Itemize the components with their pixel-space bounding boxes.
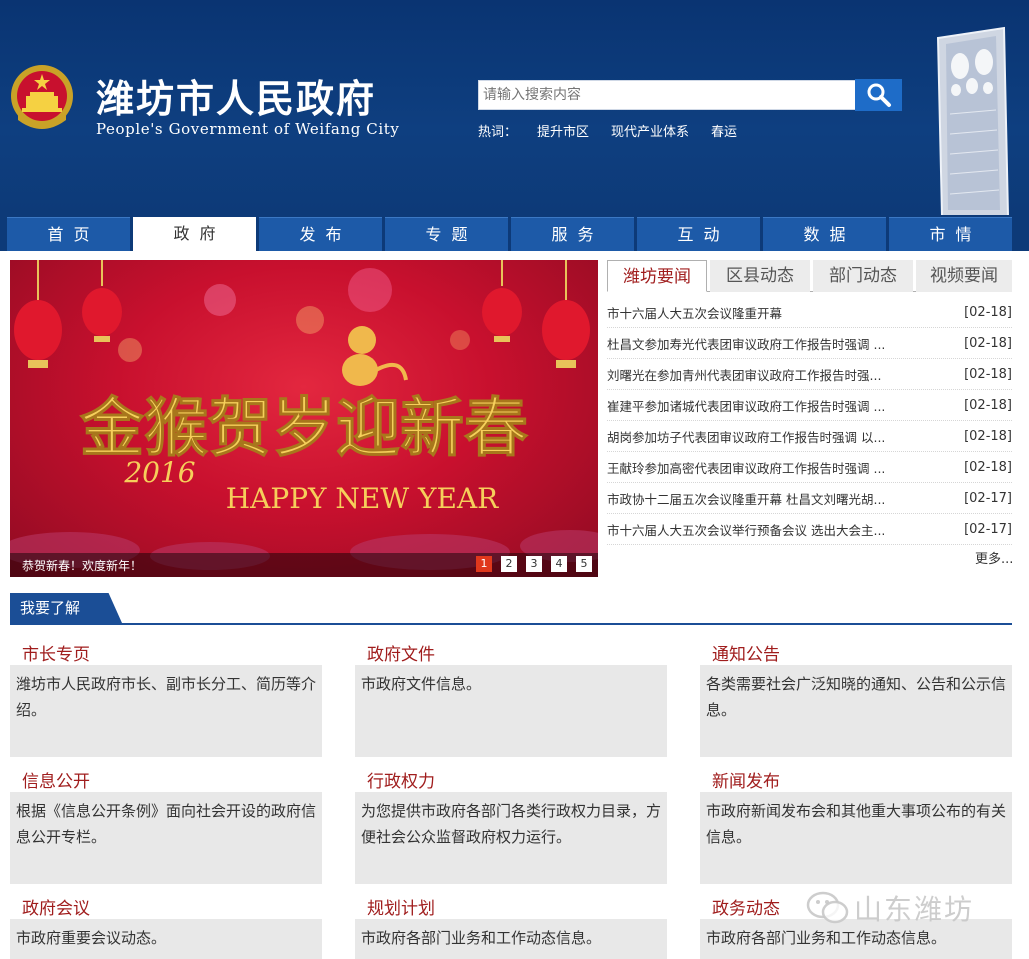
news-item[interactable]: 崔建平参加诸城代表团审议政府工作报告时强调 ... [02-18] bbox=[607, 390, 1012, 421]
news-title[interactable]: 刘曙光在参加青州代表团审议政府工作报告时强... bbox=[607, 365, 927, 384]
wechat-watermark: 山东潍坊 bbox=[806, 888, 974, 928]
search-icon bbox=[867, 83, 891, 107]
wechat-icon bbox=[806, 891, 849, 924]
card-title-planning[interactable]: 规划计划 bbox=[367, 894, 435, 919]
site-subtitle: People's Government of Weifang City bbox=[96, 120, 400, 138]
tab-weifang-news[interactable]: 潍坊要闻 bbox=[607, 260, 707, 292]
nav-item-home[interactable]: 首页 bbox=[7, 217, 130, 251]
news-item[interactable]: 王献玲参加高密代表团审议政府工作报告时强调 ... [02-18] bbox=[607, 452, 1012, 483]
card-title-info-disclosure[interactable]: 信息公开 bbox=[22, 767, 90, 792]
card-desc: 市政府重要会议动态。 bbox=[10, 919, 322, 959]
slide-dot[interactable]: 3 bbox=[526, 556, 542, 572]
news-item[interactable]: 市十六届人大五次会议举行预备会议 选出大会主... [02-17] bbox=[607, 514, 1012, 545]
news-item[interactable]: 市十六届人大五次会议隆重开幕 [02-18] bbox=[607, 297, 1012, 328]
news-item[interactable]: 市政协十二届五次会议隆重开幕 杜昌文刘曙光胡... [02-17] bbox=[607, 483, 1012, 514]
tab-video-news[interactable]: 视频要闻 bbox=[916, 260, 1012, 292]
more-news-link[interactable]: 更多... bbox=[975, 548, 1013, 567]
banner-caption-bar: 恭贺新春！欢度新年！ 1 2 3 4 5 bbox=[10, 553, 598, 577]
news-title[interactable]: 市十六届人大五次会议隆重开幕 bbox=[607, 303, 927, 322]
slide-dot[interactable]: 4 bbox=[551, 556, 567, 572]
card-title-mayor[interactable]: 市长专页 bbox=[22, 640, 90, 665]
search-button[interactable] bbox=[855, 79, 902, 111]
tab-department-news[interactable]: 部门动态 bbox=[813, 260, 913, 292]
nav-item-data[interactable]: 数据 bbox=[763, 217, 886, 251]
card-desc: 市政府文件信息。 bbox=[355, 665, 667, 757]
news-title[interactable]: 市政协十二届五次会议隆重开幕 杜昌文刘曙光胡... bbox=[607, 489, 927, 508]
card-title-press-release[interactable]: 新闻发布 bbox=[712, 767, 780, 792]
news-item[interactable]: 胡岗参加坊子代表团审议政府工作报告时强调 以... [02-18] bbox=[607, 421, 1012, 452]
card-desc: 市政府新闻发布会和其他重大事项公布的有关信息。 bbox=[700, 792, 1012, 884]
search-input[interactable] bbox=[478, 80, 856, 110]
news-date: [02-17] bbox=[964, 521, 1012, 537]
news-title[interactable]: 王献玲参加高密代表团审议政府工作报告时强调 ... bbox=[607, 458, 927, 477]
tab-county-news[interactable]: 区县动态 bbox=[710, 260, 810, 292]
section-title: 我要了解 bbox=[10, 593, 122, 623]
hotword-link[interactable]: 提升市区 bbox=[537, 121, 589, 140]
nav-item-government[interactable]: 政府 bbox=[133, 217, 256, 251]
news-date: [02-18] bbox=[964, 428, 1012, 444]
news-date: [02-17] bbox=[964, 490, 1012, 506]
news-tabs: 潍坊要闻 区县动态 部门动态 视频要闻 bbox=[607, 260, 1012, 292]
nav-item-city-info[interactable]: 市情 bbox=[889, 217, 1012, 251]
hotword-link[interactable]: 现代产业体系 bbox=[611, 121, 689, 140]
news-date: [02-18] bbox=[964, 366, 1012, 382]
main-nav: 首页 政府 发布 专题 服务 互动 数据 市情 bbox=[0, 215, 1029, 251]
lantern-icon bbox=[14, 260, 62, 368]
nav-item-release[interactable]: 发布 bbox=[259, 217, 382, 251]
news-title[interactable]: 崔建平参加诸城代表团审议政府工作报告时强调 ... bbox=[607, 396, 927, 415]
card-title-admin-power[interactable]: 行政权力 bbox=[367, 767, 435, 792]
news-item[interactable]: 杜昌文参加寿光代表团审议政府工作报告时强调 ... [02-18] bbox=[607, 328, 1012, 359]
nav-item-services[interactable]: 服务 bbox=[511, 217, 634, 251]
news-item[interactable]: 刘曙光在参加青州代表团审议政府工作报告时强... [02-18] bbox=[607, 359, 1012, 390]
watermark-text: 山东潍坊 bbox=[854, 893, 975, 926]
hotwords-label: 热词： bbox=[478, 125, 518, 140]
card-title-notices[interactable]: 通知公告 bbox=[712, 640, 780, 665]
landmark-tower-image bbox=[936, 26, 1010, 216]
card-desc: 根据《信息公开条例》面向社会开设的政府信息公开专栏。 bbox=[10, 792, 322, 884]
banner-slideshow[interactable]: 金猴贺岁迎新春 2016 HAPPY NEW YEAR 恭贺新春！欢度新年！ 1… bbox=[10, 260, 598, 577]
news-list: 市十六届人大五次会议隆重开幕 [02-18] 杜昌文参加寿光代表团审议政府工作报… bbox=[607, 297, 1012, 545]
slide-indicators: 1 2 3 4 5 bbox=[476, 556, 592, 572]
card-desc: 为您提供市政府各部门各类行政权力目录，方便社会公众监督政府权力运行。 bbox=[355, 792, 667, 884]
news-date: [02-18] bbox=[964, 397, 1012, 413]
nav-item-topics[interactable]: 专题 bbox=[385, 217, 508, 251]
news-date: [02-18] bbox=[964, 459, 1012, 475]
card-desc: 市政府各部门业务和工作动态信息。 bbox=[355, 919, 667, 959]
card-desc: 各类需要社会广泛知晓的通知、公告和公示信息。 bbox=[700, 665, 1012, 757]
site-header: 潍坊市人民政府 People's Government of Weifang C… bbox=[0, 0, 1029, 216]
banner-caption: 恭贺新春！欢度新年！ bbox=[22, 559, 143, 573]
card-desc: 潍坊市人民政府市长、副市长分工、简历等介绍。 bbox=[10, 665, 322, 757]
national-emblem-icon bbox=[11, 65, 73, 129]
banner-headline: 金猴贺岁迎新春 bbox=[79, 391, 528, 466]
news-date: [02-18] bbox=[964, 335, 1012, 351]
nav-item-interaction[interactable]: 互动 bbox=[637, 217, 760, 251]
news-title[interactable]: 杜昌文参加寿光代表团审议政府工作报告时强调 ... bbox=[607, 334, 927, 353]
slide-dot[interactable]: 1 bbox=[476, 556, 492, 572]
hotwords-bar: 热词： 提升市区 现代产业体系 春运 bbox=[478, 121, 759, 140]
slide-dot[interactable]: 2 bbox=[501, 556, 517, 572]
banner-english: HAPPY NEW YEAR bbox=[226, 482, 499, 515]
card-title-gov-meetings[interactable]: 政府会议 bbox=[22, 894, 90, 919]
site-title: 潍坊市人民政府 bbox=[96, 76, 377, 121]
card-title-gov-documents[interactable]: 政府文件 bbox=[367, 640, 435, 665]
banner-year: 2016 bbox=[123, 456, 195, 489]
section-header: 我要了解 bbox=[10, 593, 1012, 625]
news-title[interactable]: 市十六届人大五次会议举行预备会议 选出大会主... bbox=[607, 520, 927, 539]
news-title[interactable]: 胡岗参加坊子代表团审议政府工作报告时强调 以... bbox=[607, 427, 927, 446]
slide-dot[interactable]: 5 bbox=[576, 556, 592, 572]
banner-artwork: 金猴贺岁迎新春 2016 HAPPY NEW YEAR bbox=[10, 260, 598, 570]
card-title-gov-affairs[interactable]: 政务动态 bbox=[712, 894, 780, 919]
news-date: [02-18] bbox=[964, 304, 1012, 320]
hotword-link[interactable]: 春运 bbox=[711, 121, 737, 140]
